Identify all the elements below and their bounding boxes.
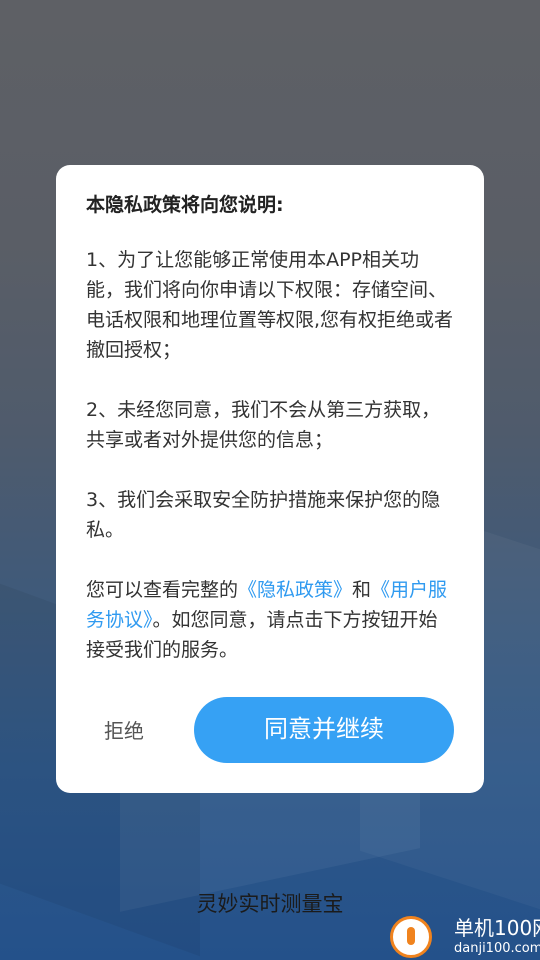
watermark-url: danji100.com: [454, 941, 540, 956]
agree-continue-button[interactable]: 同意并继续: [194, 697, 454, 763]
closing-text-and: 和: [352, 579, 372, 601]
watermark: 单机100网 danji100.com: [388, 914, 540, 960]
watermark-title: 单机100网: [454, 916, 540, 940]
policy-closing-text: 您可以查看完整的《隐私政策》和《用户服务协议》。如您同意，请点击下方按钮开始接受…: [86, 575, 454, 665]
privacy-policy-dialog: 本隐私政策将向您说明: 1、为了让您能够正常使用本APP相关功能，我们将向你申请…: [56, 165, 484, 793]
closing-text-before: 您可以查看完整的: [86, 579, 239, 601]
policy-item-2: 2、未经您同意，我们不会从第三方获取，共享或者对外提供您的信息；: [86, 399, 441, 451]
dialog-actions: 拒绝 同意并继续: [56, 697, 484, 763]
policy-item-1: 1、为了让您能够正常使用本APP相关功能，我们将向你申请以下权限：存储空间、电话…: [86, 249, 454, 361]
policy-item-3: 3、我们会采取安全防护措施来保护您的隐私。: [86, 489, 441, 541]
watermark-logo-icon: [390, 916, 432, 958]
reject-button[interactable]: 拒绝: [104, 715, 144, 747]
privacy-policy-link[interactable]: 《隐私政策》: [238, 579, 352, 601]
dialog-title: 本隐私政策将向您说明:: [86, 194, 284, 216]
